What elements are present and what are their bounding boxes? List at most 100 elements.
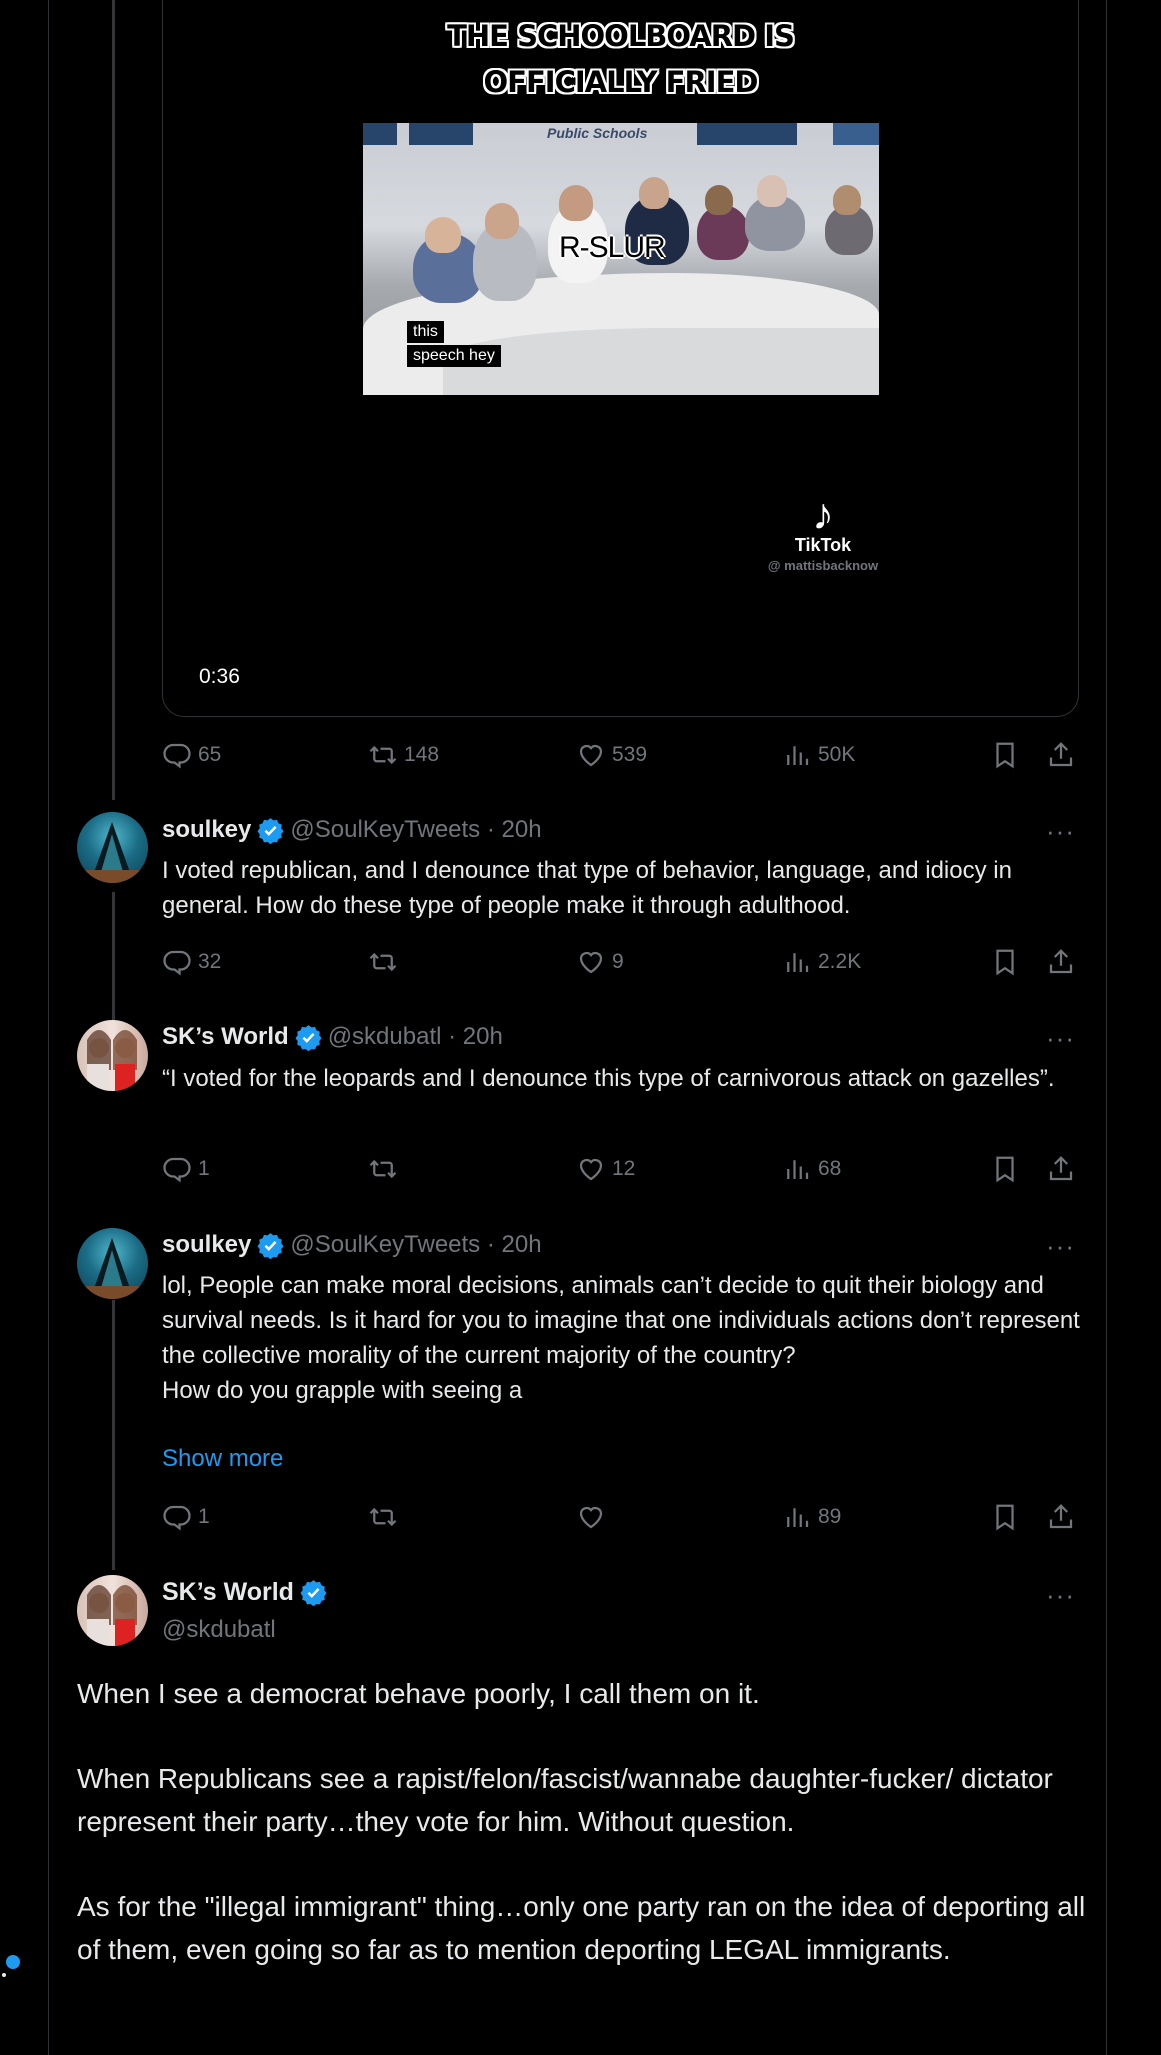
repost-icon bbox=[368, 947, 398, 977]
share-button[interactable] bbox=[1046, 1502, 1076, 1532]
tweet-actions: 32 9 2.2K bbox=[162, 947, 1077, 981]
show-more-link[interactable]: Show more bbox=[162, 1445, 283, 1473]
user-name[interactable]: SK’s World bbox=[162, 1023, 289, 1051]
bookmark-button[interactable] bbox=[990, 1502, 1020, 1532]
reply-icon bbox=[162, 1502, 192, 1532]
more-icon[interactable]: ··· bbox=[1046, 1231, 1075, 1262]
share-icon bbox=[1046, 740, 1076, 770]
tweet-header: soulkey @SoulKeyTweets · 20h bbox=[162, 816, 542, 844]
reply-button[interactable]: 32 bbox=[162, 947, 221, 977]
views-button[interactable]: 2.2K bbox=[782, 947, 861, 977]
bookmark-icon bbox=[990, 740, 1020, 770]
bookmark-button[interactable] bbox=[990, 947, 1020, 977]
video-caption-line2: OFFICIALLY FRIED bbox=[483, 65, 759, 99]
views-button[interactable]: 68 bbox=[782, 1154, 841, 1184]
tweet-paragraph: When Republicans see a rapist/felon/fasc… bbox=[77, 1763, 1053, 1837]
views-icon bbox=[782, 1502, 812, 1532]
repost-icon bbox=[368, 740, 398, 770]
thread-line bbox=[112, 0, 115, 800]
user-handle[interactable]: @SoulKeyTweets · 20h bbox=[290, 816, 541, 844]
verified-badge-icon bbox=[295, 1024, 322, 1051]
like-button[interactable]: 12 bbox=[576, 1154, 635, 1184]
video-subtitle-line1: this bbox=[407, 321, 444, 343]
repost-icon bbox=[368, 1154, 398, 1184]
repost-count: 148 bbox=[404, 743, 440, 766]
video-caption-line1: THE SCHOOLBOARD IS bbox=[447, 19, 795, 53]
like-count: 539 bbox=[612, 743, 648, 766]
verified-badge-icon bbox=[257, 1232, 284, 1259]
tweet-actions: 1 89 bbox=[162, 1502, 1077, 1536]
share-button[interactable] bbox=[1046, 1154, 1076, 1184]
like-count: 12 bbox=[612, 1157, 636, 1180]
focused-tweet-text: When I see a democrat behave poorly, I c… bbox=[77, 1672, 1087, 2013]
bookmark-icon bbox=[990, 947, 1020, 977]
notification-dot-small bbox=[2, 1973, 6, 1977]
views-button[interactable]: 50K bbox=[782, 740, 855, 770]
more-icon[interactable]: ··· bbox=[1046, 1580, 1075, 1611]
avatar[interactable] bbox=[77, 812, 148, 883]
reply-icon bbox=[162, 947, 192, 977]
repost-icon bbox=[368, 1502, 398, 1532]
reply-icon bbox=[162, 1154, 192, 1184]
user-handle[interactable]: @SoulKeyTweets · 20h bbox=[290, 1231, 541, 1259]
verified-badge-icon bbox=[257, 817, 284, 844]
tweet-header: soulkey @SoulKeyTweets · 20h bbox=[162, 1231, 542, 1259]
bookmark-button[interactable] bbox=[990, 1154, 1020, 1184]
reply-count: 1 bbox=[198, 1157, 210, 1180]
bookmark-button[interactable] bbox=[990, 740, 1020, 770]
reply-button[interactable]: 1 bbox=[162, 1502, 210, 1532]
reply-button[interactable]: 65 bbox=[162, 740, 221, 770]
like-icon bbox=[576, 947, 606, 977]
video-overlay-text: R-SLUR bbox=[559, 231, 666, 264]
user-name[interactable]: soulkey bbox=[162, 1231, 251, 1259]
tweet-actions: 1 12 68 bbox=[162, 1154, 1077, 1188]
avatar[interactable] bbox=[77, 1020, 148, 1091]
like-count: 9 bbox=[612, 950, 624, 973]
share-icon bbox=[1046, 1502, 1076, 1532]
repost-button[interactable] bbox=[368, 1154, 398, 1184]
share-icon bbox=[1046, 1154, 1076, 1184]
video-subtitle-line2: speech hey bbox=[407, 345, 501, 367]
focused-user-name[interactable]: SK’s World bbox=[162, 1578, 333, 1607]
reply-button[interactable]: 1 bbox=[162, 1154, 210, 1184]
views-icon bbox=[782, 1154, 812, 1184]
views-button[interactable]: 89 bbox=[782, 1502, 841, 1532]
user-name[interactable]: SK’s World bbox=[162, 1578, 294, 1607]
notification-dot bbox=[6, 1955, 20, 1969]
share-button[interactable] bbox=[1046, 947, 1076, 977]
bookmark-icon bbox=[990, 1154, 1020, 1184]
repost-button[interactable] bbox=[368, 1502, 398, 1532]
views-count: 50K bbox=[818, 743, 856, 766]
repost-button[interactable] bbox=[368, 947, 398, 977]
tiktok-logo-icon: ♪ bbox=[812, 490, 834, 539]
tweet-text: lol, People can make moral decisions, an… bbox=[162, 1272, 1080, 1404]
share-button[interactable] bbox=[1046, 740, 1076, 770]
like-icon bbox=[576, 1502, 606, 1532]
avatar[interactable] bbox=[77, 1228, 148, 1299]
focused-user-handle[interactable]: @skdubatl bbox=[162, 1616, 276, 1644]
thread-line bbox=[112, 892, 115, 1020]
column-border-right bbox=[1106, 0, 1107, 2055]
like-button[interactable] bbox=[576, 1502, 606, 1532]
video-player[interactable]: THE SCHOOLBOARD IS OFFICIALLY FRIED Publ… bbox=[162, 0, 1079, 717]
video-wall-sign: Public Schools bbox=[547, 125, 648, 141]
views-icon bbox=[782, 740, 812, 770]
tiktok-app-name: TikTok bbox=[794, 535, 852, 555]
user-name[interactable]: soulkey bbox=[162, 816, 251, 844]
main-tweet-actions: 65 148 539 50K bbox=[162, 740, 1077, 774]
like-button[interactable]: 539 bbox=[576, 740, 647, 770]
like-button[interactable]: 9 bbox=[576, 947, 624, 977]
reply-count: 1 bbox=[198, 1505, 210, 1528]
reply-icon bbox=[162, 740, 192, 770]
reply-count: 65 bbox=[198, 743, 222, 766]
repost-button[interactable]: 148 bbox=[368, 740, 439, 770]
share-icon bbox=[1046, 947, 1076, 977]
bookmark-icon bbox=[990, 1502, 1020, 1532]
views-count: 68 bbox=[818, 1157, 842, 1180]
user-handle[interactable]: @skdubatl · 20h bbox=[328, 1023, 503, 1051]
avatar[interactable] bbox=[77, 1575, 148, 1646]
thread-line bbox=[112, 1300, 115, 1570]
verified-badge-icon bbox=[300, 1579, 327, 1606]
more-icon[interactable]: ··· bbox=[1046, 1023, 1075, 1054]
more-icon[interactable]: ··· bbox=[1046, 816, 1075, 847]
